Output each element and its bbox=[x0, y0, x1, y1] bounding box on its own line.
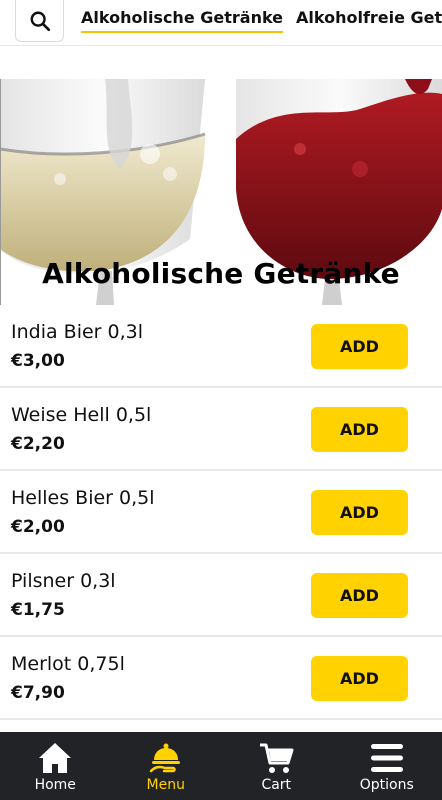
product-price: €1,75 bbox=[11, 600, 65, 620]
nav-label: Home bbox=[34, 777, 76, 793]
product-name: Weise Hell 0,5l bbox=[11, 404, 152, 426]
nav-options[interactable]: Options bbox=[332, 732, 442, 800]
cart-icon bbox=[258, 740, 294, 776]
tab-alkoholfreie-getraenke[interactable]: Alkoholfreie Getränke bbox=[296, 8, 442, 27]
product-price: €7,90 bbox=[11, 683, 65, 703]
cloche-icon bbox=[149, 740, 183, 776]
add-to-cart-button[interactable]: ADD bbox=[311, 490, 408, 535]
category-title: Alkoholische Getränke bbox=[42, 257, 400, 290]
tab-alkoholische-getraenke[interactable]: Alkoholische Getränke bbox=[81, 8, 284, 33]
add-to-cart-button[interactable]: ADD bbox=[311, 407, 408, 452]
add-to-cart-button[interactable]: ADD bbox=[311, 656, 408, 701]
list-item: India Bier 0,3l €3,00 ADD bbox=[0, 305, 442, 388]
add-to-cart-button[interactable]: ADD bbox=[311, 324, 408, 369]
category-bar: Alkoholische Getränke Alkoholfreie Geträ… bbox=[0, 0, 442, 46]
product-price: €3,00 bbox=[11, 351, 65, 371]
nav-label: Cart bbox=[261, 777, 292, 793]
tab-label: Alkoholfreie Getränke bbox=[296, 8, 442, 27]
product-name: India Bier 0,3l bbox=[11, 321, 144, 343]
list-item bbox=[0, 720, 442, 732]
nav-label: Menu bbox=[146, 777, 185, 793]
search-button[interactable] bbox=[15, 0, 64, 42]
bottom-navigation: Home Menu Cart Options bbox=[0, 732, 442, 800]
nav-menu[interactable]: Menu bbox=[111, 732, 222, 800]
home-icon bbox=[37, 740, 73, 776]
product-list: India Bier 0,3l €3,00 ADD Weise Hell 0,5… bbox=[0, 305, 442, 732]
product-name: Pilsner 0,3l bbox=[11, 570, 116, 592]
category-hero-banner: Alkoholische Getränke bbox=[0, 79, 442, 305]
list-item: Pilsner 0,3l €1,75 ADD bbox=[0, 554, 442, 637]
tab-label: Alkoholische Getränke bbox=[81, 8, 284, 27]
product-name: Merlot 0,75l bbox=[11, 653, 125, 675]
nav-cart[interactable]: Cart bbox=[221, 732, 332, 800]
add-to-cart-button[interactable]: ADD bbox=[311, 573, 408, 618]
list-item: Weise Hell 0,5l €2,20 ADD bbox=[0, 388, 442, 471]
list-item: Helles Bier 0,5l €2,00 ADD bbox=[0, 471, 442, 554]
list-item: Merlot 0,75l €7,90 ADD bbox=[0, 637, 442, 720]
search-icon bbox=[30, 11, 50, 31]
nav-label: Options bbox=[359, 777, 414, 793]
product-price: €2,20 bbox=[11, 434, 65, 454]
product-name: Helles Bier 0,5l bbox=[11, 487, 155, 509]
hamburger-menu-icon bbox=[370, 740, 404, 776]
nav-home[interactable]: Home bbox=[0, 732, 111, 800]
active-tab-indicator bbox=[81, 31, 284, 33]
product-price: €2,00 bbox=[11, 517, 65, 537]
